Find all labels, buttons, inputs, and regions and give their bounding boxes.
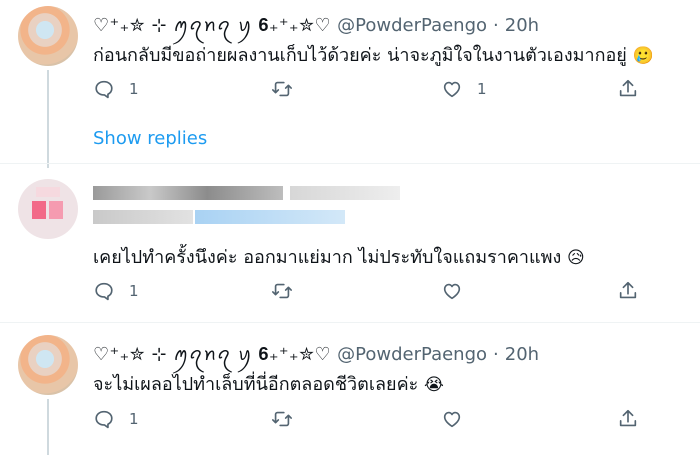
tweet-text: เคยไปทำครั้งนึงค่ะ ออกมาแย่มาก ไม่ประทับ…: [93, 242, 585, 271]
emoji: 😥: [567, 248, 585, 268]
tweet-text: ก่อนกลับมีขอถ่ายผลงานเก็บไว้ด้วยค่ะ น่าจ…: [93, 40, 654, 69]
like-button[interactable]: 1: [441, 78, 487, 100]
like-icon: [443, 411, 461, 428]
handle[interactable]: @PowderPaengo: [337, 344, 487, 365]
reply-button[interactable]: 1: [93, 408, 139, 430]
like-count: 1: [477, 80, 487, 98]
emoji: 🥲: [632, 46, 654, 66]
reply-button[interactable]: 1: [93, 280, 139, 302]
tweet-text-body: จะไม่เผลอไปทำเล็บที่นี่อีกตลอดชีวิตเลยค่…: [93, 374, 419, 395]
retweet-button[interactable]: [271, 280, 293, 302]
tweet-text-body: ก่อนกลับมีขอถ่ายผลงานเก็บไว้ด้วยค่ะ น่าจ…: [93, 45, 627, 66]
tweet-text-body: เคยไปทำครั้งนึงค่ะ ออกมาแย่มาก ไม่ประทับ…: [93, 247, 562, 268]
share-icon: [619, 409, 637, 427]
like-button[interactable]: [441, 408, 463, 430]
tweet-text: จะไม่เผลอไปทำเล็บที่นี่อีกตลอดชีวิตเลยค่…: [93, 369, 444, 398]
avatar[interactable]: [18, 6, 78, 66]
like-icon: [443, 81, 461, 98]
tweet-2[interactable]: เคยไปทำครั้งนึงค่ะ ออกมาแย่มาก ไม่ประทับ…: [0, 164, 700, 314]
tweet-3[interactable]: ♡︎⁺₊✮ ⊹ ꪑꪖꪀꪖ ꪗ 𝟔₊⁺₊✮♡ @PowderPaengo · 20…: [0, 323, 700, 455]
reply-button[interactable]: 1: [93, 78, 139, 100]
retweet-icon: [272, 81, 292, 97]
thread-line: [47, 399, 49, 455]
tweet-actions: 1: [93, 408, 653, 432]
share-button[interactable]: [617, 408, 639, 430]
reply-icon: [95, 282, 113, 301]
separator-dot: ·: [493, 15, 499, 36]
emoji: 😭: [424, 375, 444, 395]
avatar[interactable]: [18, 179, 78, 239]
reply-count: 1: [129, 80, 139, 98]
reply-icon: [95, 410, 113, 429]
handle[interactable]: @PowderPaengo: [337, 15, 487, 36]
timestamp[interactable]: 20h: [505, 15, 539, 36]
show-replies-link[interactable]: Show replies: [93, 128, 207, 149]
share-button[interactable]: [617, 78, 639, 100]
tweet-actions: 1 1: [93, 78, 653, 102]
reply-icon: [95, 80, 113, 99]
share-icon: [619, 79, 637, 97]
retweet-button[interactable]: [271, 78, 293, 100]
retweet-icon: [272, 283, 292, 299]
reply-count: 1: [129, 410, 139, 428]
share-button[interactable]: [617, 280, 639, 302]
separator-dot: ·: [493, 344, 499, 365]
like-button[interactable]: [441, 280, 463, 302]
tweet-1[interactable]: ♡︎⁺₊✮ ⊹ ꪑꪖꪀꪖ ꪗ 𝟔₊⁺₊✮♡ @PowderPaengo · 20…: [0, 0, 700, 168]
avatar[interactable]: [18, 335, 78, 395]
tweet-actions: 1: [93, 280, 653, 304]
share-icon: [619, 281, 637, 299]
thread-line: [47, 70, 49, 168]
like-icon: [443, 283, 461, 300]
timestamp[interactable]: 20h: [505, 344, 539, 365]
reply-count: 1: [129, 282, 139, 300]
retweet-icon: [272, 411, 292, 427]
retweet-button[interactable]: [271, 408, 293, 430]
